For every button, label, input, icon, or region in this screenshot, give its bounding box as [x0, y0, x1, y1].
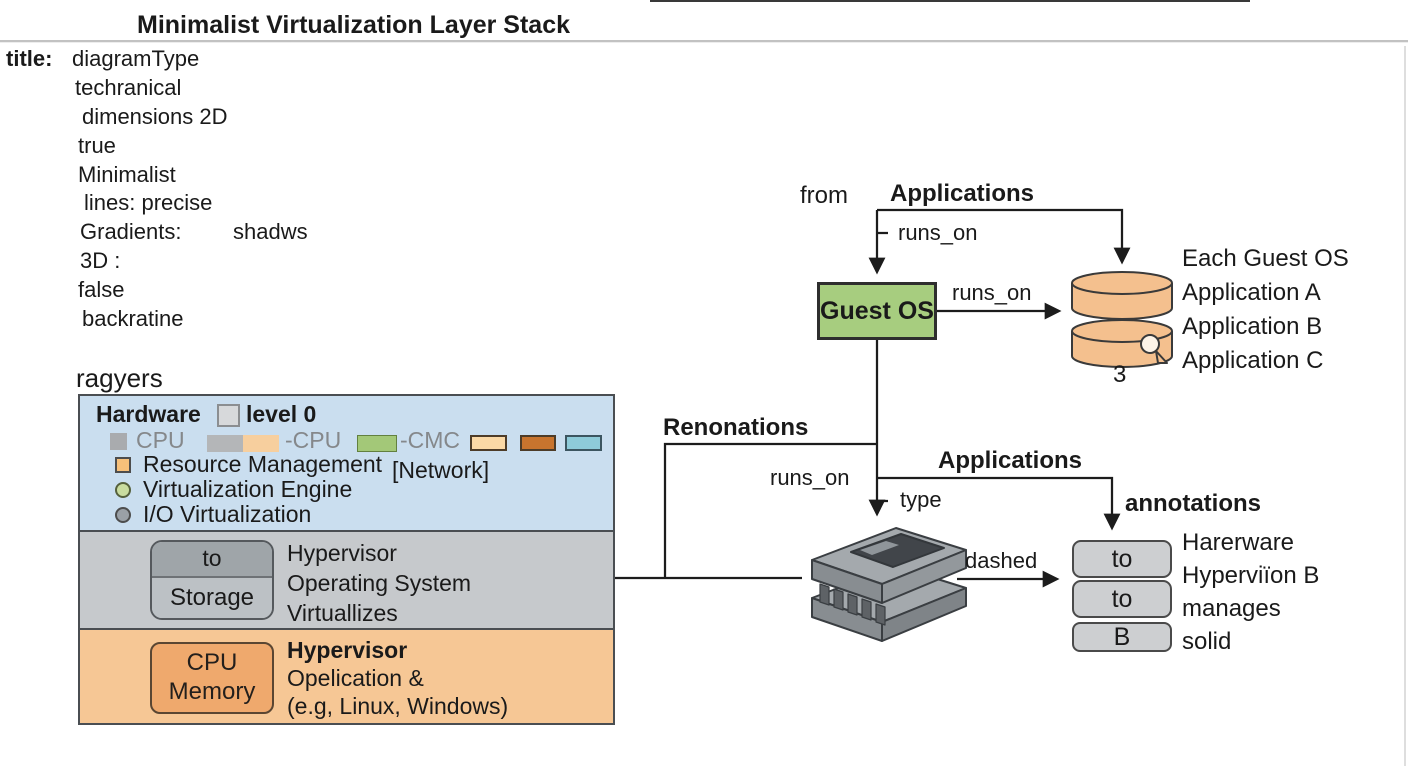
applications-top-label: Applications	[890, 180, 1034, 209]
diagram-canvas: Minimalist Virtualization Layer Stack ti…	[0, 0, 1408, 768]
cylinder-count-label: 3	[1113, 361, 1126, 390]
guest-app-label: Application B	[1182, 313, 1322, 342]
hypervisor-chip-icon	[812, 528, 966, 641]
runs-on-right-label: runs_on	[952, 280, 1032, 306]
annotation-box: to	[1072, 580, 1172, 618]
annotations-label: annotations	[1125, 490, 1261, 519]
renonations-label: Renonations	[663, 414, 808, 443]
annotation-label: solid	[1182, 628, 1231, 657]
annotation-label: Harerware	[1182, 529, 1294, 558]
dashed-label: dashed	[965, 548, 1037, 574]
annotation-label: Hyperviïon B	[1182, 562, 1319, 591]
guest-app-label: Application A	[1182, 279, 1321, 308]
runs-on-top-label: runs_on	[898, 220, 978, 246]
guest-os-node: Guest OS	[817, 282, 937, 340]
guest-app-label: Application C	[1182, 347, 1323, 376]
annotation-box: B	[1072, 622, 1172, 652]
applications-mid-label: Applications	[938, 447, 1082, 476]
type-label: type	[900, 487, 942, 513]
runs-on-mid-label: runs_on	[770, 465, 850, 491]
annotation-label: manages	[1182, 595, 1281, 624]
from-label: from	[800, 182, 848, 211]
guest-app-label: Each Guest OS	[1182, 245, 1349, 274]
annotation-box: to	[1072, 540, 1172, 578]
